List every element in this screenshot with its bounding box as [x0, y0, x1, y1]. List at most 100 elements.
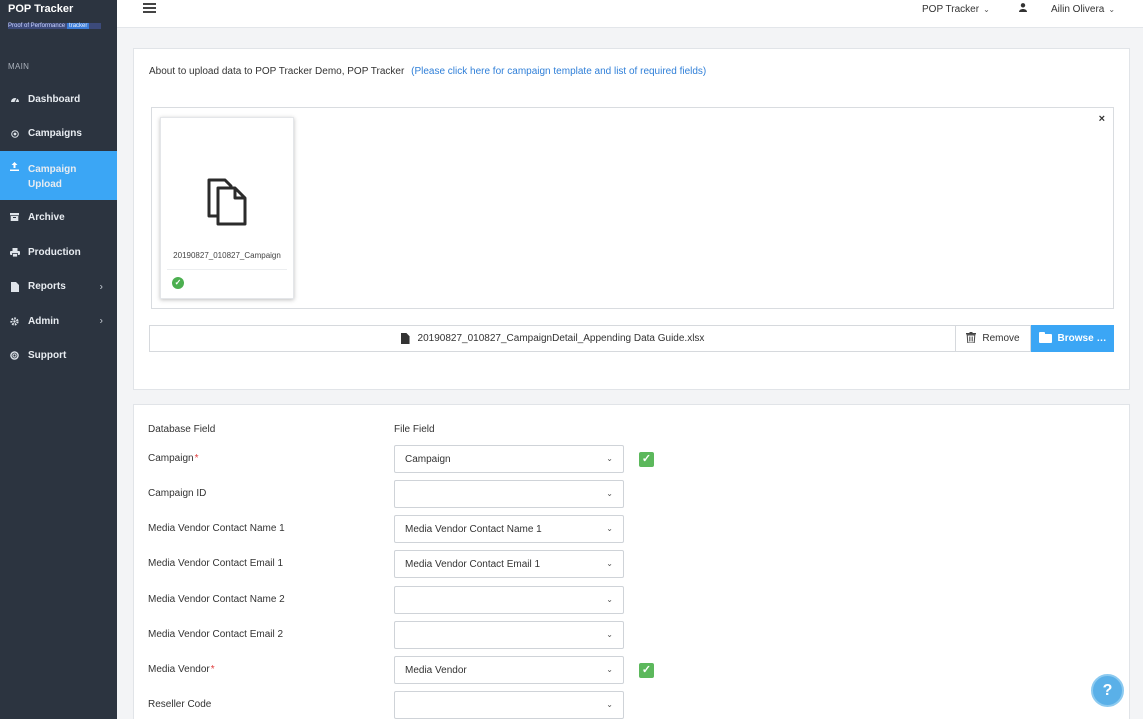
sidebar: POP Tracker Proof of Performance tracker…	[0, 0, 117, 719]
file-field-select[interactable]: ⌄	[394, 480, 624, 508]
file-field-select[interactable]: ⌄	[394, 586, 624, 614]
user-menu[interactable]: Ailin Olivera ⌄	[1051, 4, 1115, 15]
upload-message: About to upload data to POP Tracker Demo…	[149, 66, 706, 77]
upload-panel: About to upload data to POP Tracker Demo…	[133, 48, 1130, 390]
sidebar-item-archive[interactable]: Archive	[0, 200, 117, 235]
field-label: Media Vendor*	[148, 664, 215, 675]
field-label: Reseller Code	[148, 699, 212, 710]
close-icon[interactable]: ×	[1099, 113, 1105, 125]
mapping-row-media-vendor-contact-email-1: Media Vendor Contact Email 1 Media Vendo…	[134, 550, 1131, 578]
chevron-down-icon: ⌄	[606, 454, 613, 463]
mapping-row-media-vendor: Media Vendor* Media Vendor ⌄ ✓	[134, 656, 1131, 684]
mapping-row-media-vendor-contact-email-2: Media Vendor Contact Email 2 ⌄	[134, 621, 1131, 649]
chevron-down-icon: ⌄	[606, 489, 613, 498]
chevron-right-icon: ›	[99, 315, 103, 327]
file-field-select[interactable]: Media Vendor ⌄	[394, 656, 624, 684]
remove-button[interactable]: Remove	[956, 325, 1031, 352]
reports-icon	[8, 281, 21, 292]
dashboard-icon	[8, 95, 21, 103]
required-marker: *	[194, 453, 199, 464]
trash-icon	[966, 331, 977, 346]
browse-label: Browse …	[1057, 333, 1107, 344]
select-value: Media Vendor Contact Email 1	[405, 559, 541, 570]
file-field-select[interactable]: Campaign ⌄	[394, 445, 624, 473]
field-label-text: Campaign	[148, 453, 194, 464]
menu-toggle-icon[interactable]	[143, 3, 156, 15]
field-label: Media Vendor Contact Name 2	[148, 594, 285, 605]
tracker-menu[interactable]: POP Tracker ⌄	[922, 4, 990, 15]
file-field-select[interactable]: ⌄	[394, 621, 624, 649]
check-mark-icon: ✓	[639, 452, 654, 467]
file-name-field[interactable]: 20190827_010827_CampaignDetail_Appending…	[149, 325, 956, 352]
field-label: Media Vendor Contact Name 1	[148, 523, 285, 534]
tracker-menu-label: POP Tracker	[922, 4, 980, 15]
sidebar-item-label: Campaign Upload	[28, 164, 77, 191]
select-value: Media Vendor	[405, 665, 467, 676]
mapping-row-media-vendor-contact-name-2: Media Vendor Contact Name 2 ⌄	[134, 586, 1131, 614]
app-subtitle-badge: tracker	[67, 23, 90, 29]
database-field-header: Database Field	[148, 424, 216, 435]
file-field-header: File Field	[394, 424, 435, 435]
sidebar-item-production[interactable]: Production	[0, 235, 117, 270]
user-name: Ailin Olivera	[1051, 4, 1105, 15]
field-label: Campaign ID	[148, 488, 207, 499]
required-marker: *	[210, 664, 215, 675]
file-dropzone[interactable]: × 20190827_010827_Campaign ✓	[151, 107, 1114, 309]
file-preview-card: 20190827_010827_Campaign ✓	[160, 117, 294, 299]
chevron-right-icon: ›	[99, 281, 103, 293]
chevron-down-icon: ⌄	[606, 595, 613, 604]
chevron-down-icon: ⌄	[606, 524, 613, 533]
user-icon	[1019, 3, 1027, 15]
chevron-down-icon: ⌄	[606, 630, 613, 639]
sidebar-item-label: Production	[28, 246, 81, 258]
divider	[167, 269, 287, 270]
select-value: Campaign	[405, 454, 451, 465]
file-field-select[interactable]: Media Vendor Contact Email 1 ⌄	[394, 550, 624, 578]
mapping-row-campaign-id: Campaign ID ⌄	[134, 480, 1131, 508]
browse-button[interactable]: Browse …	[1031, 325, 1114, 352]
select-value: Media Vendor Contact Name 1	[405, 524, 542, 535]
sidebar-item-campaign-upload[interactable]: Campaign Upload	[0, 151, 117, 201]
sidebar-item-support[interactable]: Support	[0, 339, 117, 374]
sidebar-item-label: Archive	[28, 211, 65, 223]
file-thumbnail-caption: 20190827_010827_Campaign	[173, 251, 281, 260]
help-button[interactable]: ?	[1091, 674, 1124, 707]
sidebar-item-label: Campaigns	[28, 128, 82, 140]
admin-icon	[8, 317, 21, 326]
sidebar-item-label: Dashboard	[28, 93, 81, 105]
chevron-down-icon: ⌄	[606, 665, 613, 674]
file-field-select[interactable]: ⌄	[394, 691, 624, 719]
file-copy-icon	[205, 176, 251, 228]
sidebar-item-label: Admin	[28, 315, 60, 327]
brand: POP Tracker Proof of Performance tracker	[0, 0, 117, 36]
file-field-select[interactable]: Media Vendor Contact Name 1 ⌄	[394, 515, 624, 543]
mapping-row-campaign: Campaign* Campaign ⌄ ✓	[134, 445, 1131, 473]
field-label-text: Media Vendor	[148, 664, 210, 675]
sidebar-nav: Dashboard Campaigns Campaign Upload Arch…	[0, 82, 117, 373]
sidebar-item-admin[interactable]: Admin ›	[0, 304, 117, 339]
sidebar-section-label: MAIN	[8, 62, 30, 71]
field-mapping-panel: Database Field File Field Campaign* Camp…	[133, 404, 1130, 719]
remove-label: Remove	[982, 333, 1020, 344]
chevron-down-icon: ⌄	[606, 700, 613, 709]
sidebar-item-label: Support	[28, 350, 67, 362]
chevron-down-icon: ⌄	[1108, 5, 1116, 14]
field-label: Media Vendor Contact Email 2	[148, 629, 284, 640]
check-circle-icon: ✓	[172, 277, 184, 289]
app-subtitle-text: Proof of Performance	[8, 23, 66, 29]
file-input-group: 20190827_010827_CampaignDetail_Appending…	[149, 325, 1114, 352]
upload-message-text: About to upload data to POP Tracker Demo…	[149, 66, 405, 77]
support-icon	[8, 351, 21, 361]
campaigns-icon	[8, 130, 21, 138]
field-label: Media Vendor Contact Email 1	[148, 558, 284, 569]
app-title[interactable]: POP Tracker	[8, 3, 109, 15]
template-link[interactable]: (Please click here for campaign template…	[411, 66, 706, 77]
sidebar-item-dashboard[interactable]: Dashboard	[0, 82, 117, 117]
production-icon	[8, 247, 21, 257]
check-mark-icon: ✓	[639, 663, 654, 678]
sidebar-item-reports[interactable]: Reports ›	[0, 269, 117, 304]
folder-open-icon	[1038, 332, 1052, 343]
mapping-row-reseller-code: Reseller Code ⌄	[134, 691, 1131, 719]
sidebar-item-campaigns[interactable]: Campaigns	[0, 117, 117, 152]
chevron-down-icon: ⌄	[983, 5, 990, 14]
